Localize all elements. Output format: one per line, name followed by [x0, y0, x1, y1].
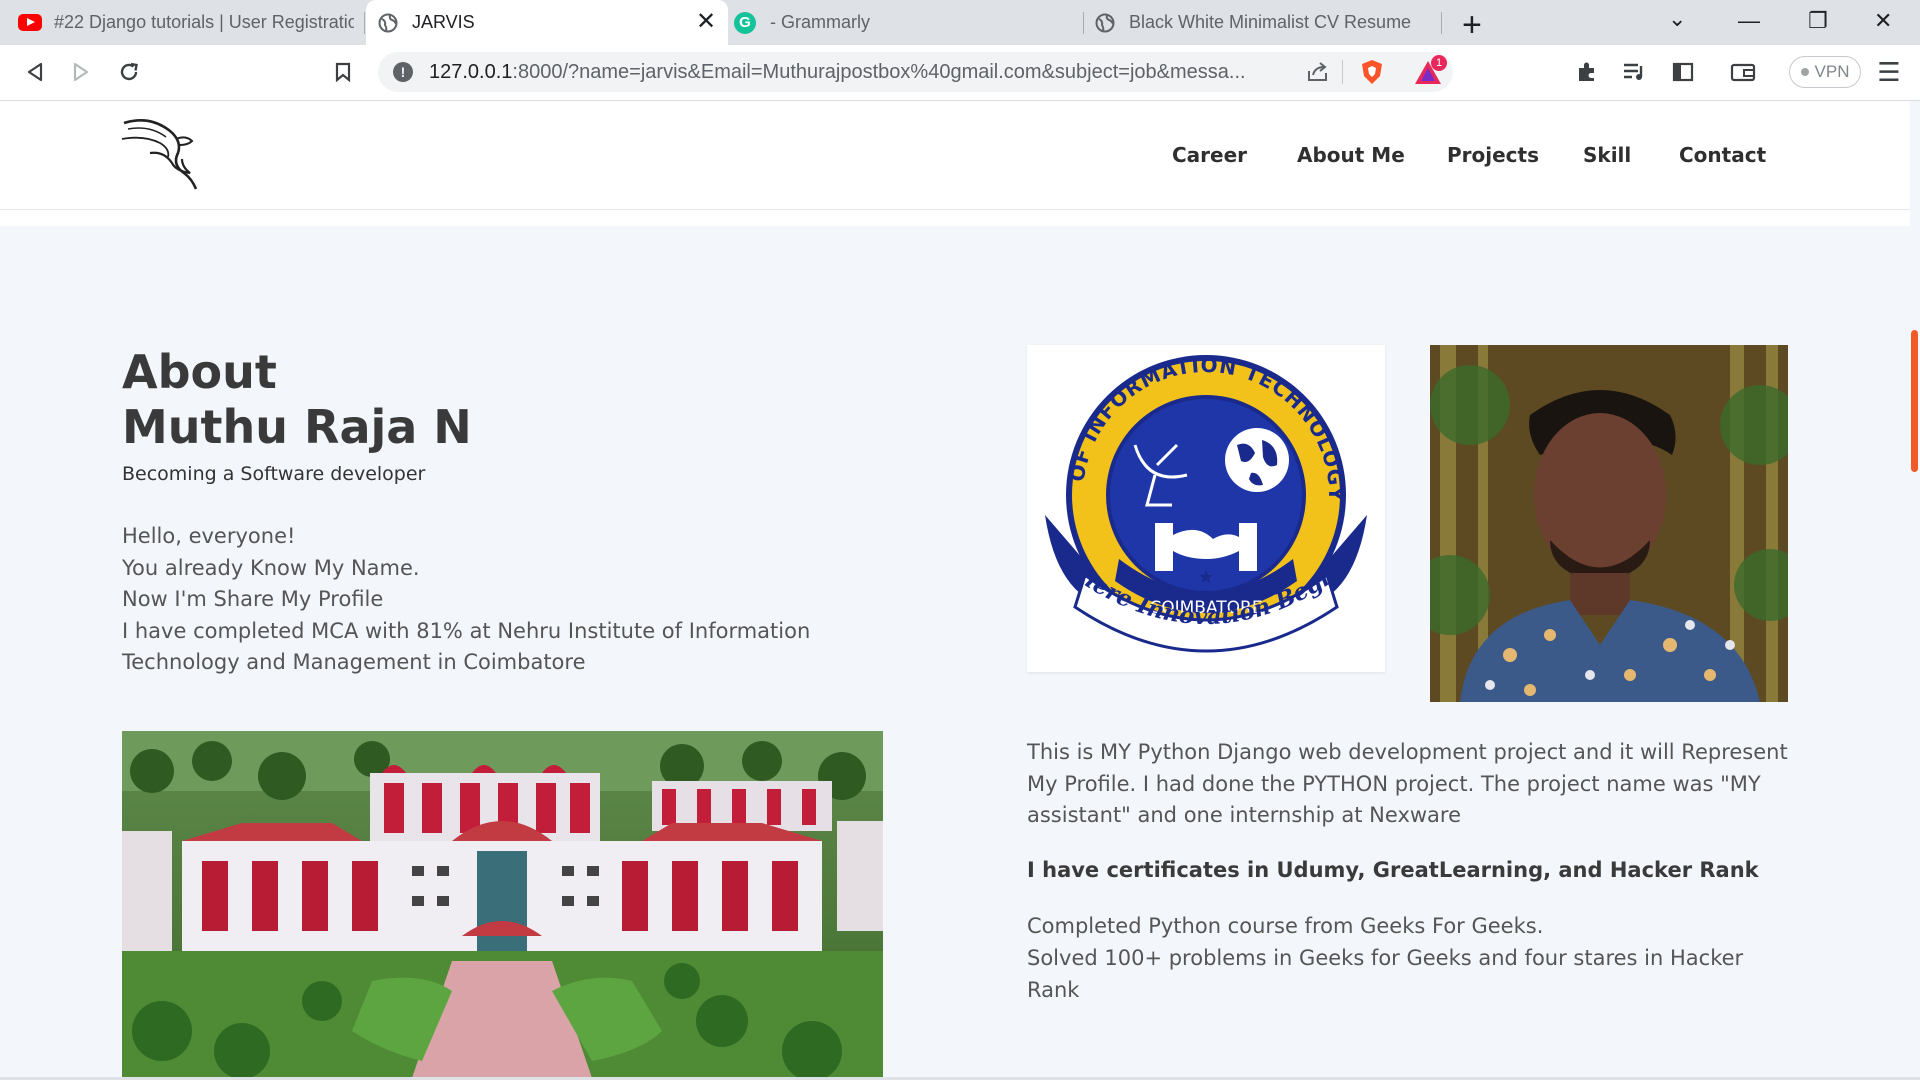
intro-line: I have completed MCA with 81% at Nehru I… — [122, 618, 811, 643]
share-icon[interactable] — [1306, 61, 1330, 83]
brave-rewards-button[interactable]: 1 — [1413, 55, 1447, 87]
intro-text: Hello, everyone! You already Know My Nam… — [122, 521, 822, 679]
forward-icon[interactable] — [66, 57, 96, 87]
college-emblem-icon: NEHRU INSTITUTE OF INFORMATION TECHNOLOG… — [1014, 324, 1367, 653]
dragon-logo-icon[interactable] — [120, 117, 215, 192]
bookmark-icon[interactable] — [328, 57, 358, 87]
nav-contact[interactable]: Contact — [1679, 143, 1766, 167]
playlist-icon[interactable] — [1619, 57, 1649, 87]
url-path: :8000/?name=jarvis&Email=Muthurajpostbox… — [512, 60, 1246, 83]
intro-line: Technology and Management in Coimbatore — [122, 650, 586, 674]
web-page: Career About Me Projects Skill Contact A… — [0, 101, 1910, 1078]
star-icon: ★ — [1198, 567, 1214, 587]
about-heading-name: Muthu Raja N — [122, 400, 472, 454]
tab-separator — [1083, 12, 1084, 34]
browser-tab-bar: #22 Django tutorials | User Registratio … — [0, 0, 1920, 45]
nav-skill[interactable]: Skill — [1583, 143, 1631, 167]
globe-icon — [378, 13, 398, 32]
extensions-icon[interactable] — [1572, 57, 1602, 87]
site-info-icon[interactable]: ! — [393, 62, 413, 82]
minimize-icon[interactable]: — — [1738, 8, 1760, 34]
tab-cv-resume[interactable]: Black White Minimalist CV Resume — [1095, 0, 1435, 45]
brave-shield-icon[interactable] — [1360, 59, 1384, 85]
restore-icon[interactable]: ❐ — [1808, 8, 1828, 34]
problems-text: Solved 100+ problems in Geeks for Geeks … — [1027, 946, 1744, 1002]
tab-search-icon[interactable]: ⌄ — [1668, 6, 1686, 32]
tab-title: JARVIS — [412, 12, 475, 32]
tab-title: - Grammarly — [770, 12, 870, 32]
url-host: 127.0.0.1 — [429, 60, 513, 83]
new-tab-button[interactable]: + — [1462, 6, 1482, 45]
course-text: Completed Python course from Geeks For G… — [1027, 914, 1544, 938]
wallet-icon[interactable] — [1728, 57, 1758, 87]
scrollbar-thumb[interactable] — [1911, 330, 1918, 472]
campus-photo — [122, 731, 883, 1078]
about-subtitle: Becoming a Software developer — [122, 463, 426, 485]
grammarly-icon: G — [734, 11, 756, 34]
nav-about-me[interactable]: About Me — [1297, 143, 1405, 167]
browser-toolbar: ! 127.0.0.1:8000/?name=jarvis&Email=Muth… — [0, 45, 1920, 101]
vpn-label: VPN — [1814, 62, 1850, 81]
tab-title: #22 Django tutorials | User Registratio — [54, 12, 354, 32]
about-heading: About Muthu Raja N — [122, 345, 472, 455]
nav-projects[interactable]: Projects — [1447, 143, 1539, 167]
url-text[interactable]: 127.0.0.1:8000/?name=jarvis&Email=Muthur… — [429, 61, 1369, 84]
reload-icon[interactable] — [114, 57, 144, 87]
intro-line: You already Know My Name. — [122, 555, 420, 580]
intro-line: Now I'm Share My Profile — [122, 587, 384, 611]
tab-separator — [364, 12, 365, 34]
tab-jarvis[interactable]: JARVIS ✕ — [366, 0, 728, 45]
omnibox-divider — [1342, 60, 1343, 84]
college-logo: NEHRU INSTITUTE OF INFORMATION TECHNOLOG… — [1014, 324, 1385, 672]
close-window-icon[interactable]: ✕ — [1874, 8, 1892, 34]
tab-title: Black White Minimalist CV Resume — [1129, 12, 1412, 32]
sidebar-icon[interactable] — [1668, 57, 1698, 87]
vpn-button[interactable]: VPN — [1789, 56, 1861, 88]
profile-photo — [1430, 345, 1788, 702]
close-tab-icon[interactable]: ✕ — [696, 7, 716, 36]
nav-career[interactable]: Career — [1172, 143, 1247, 167]
address-bar[interactable]: ! 127.0.0.1:8000/?name=jarvis&Email=Muth… — [378, 52, 1453, 92]
tab-separator — [1441, 12, 1442, 34]
certificates-text: I have certificates in Udumy, GreatLearn… — [1027, 858, 1759, 882]
tab-django-tutorials[interactable]: #22 Django tutorials | User Registratio — [18, 0, 358, 45]
menu-icon[interactable]: ☰ — [1874, 57, 1904, 87]
tab-grammarly[interactable]: G - Grammarly — [734, 0, 1074, 45]
site-header: Career About Me Projects Skill Contact — [0, 101, 1910, 210]
header-spacer — [0, 210, 1910, 226]
about-heading-line1: About — [122, 345, 277, 399]
youtube-icon — [18, 14, 42, 31]
back-icon[interactable] — [20, 57, 50, 87]
page-scrollbar[interactable] — [1910, 101, 1920, 1078]
intro-line: Hello, everyone! — [122, 524, 296, 548]
globe-icon — [1095, 13, 1115, 32]
project-description: This is MY Python Django web development… — [1027, 740, 1788, 827]
notification-badge: 1 — [1431, 55, 1447, 71]
vpn-status-dot — [1800, 68, 1809, 76]
